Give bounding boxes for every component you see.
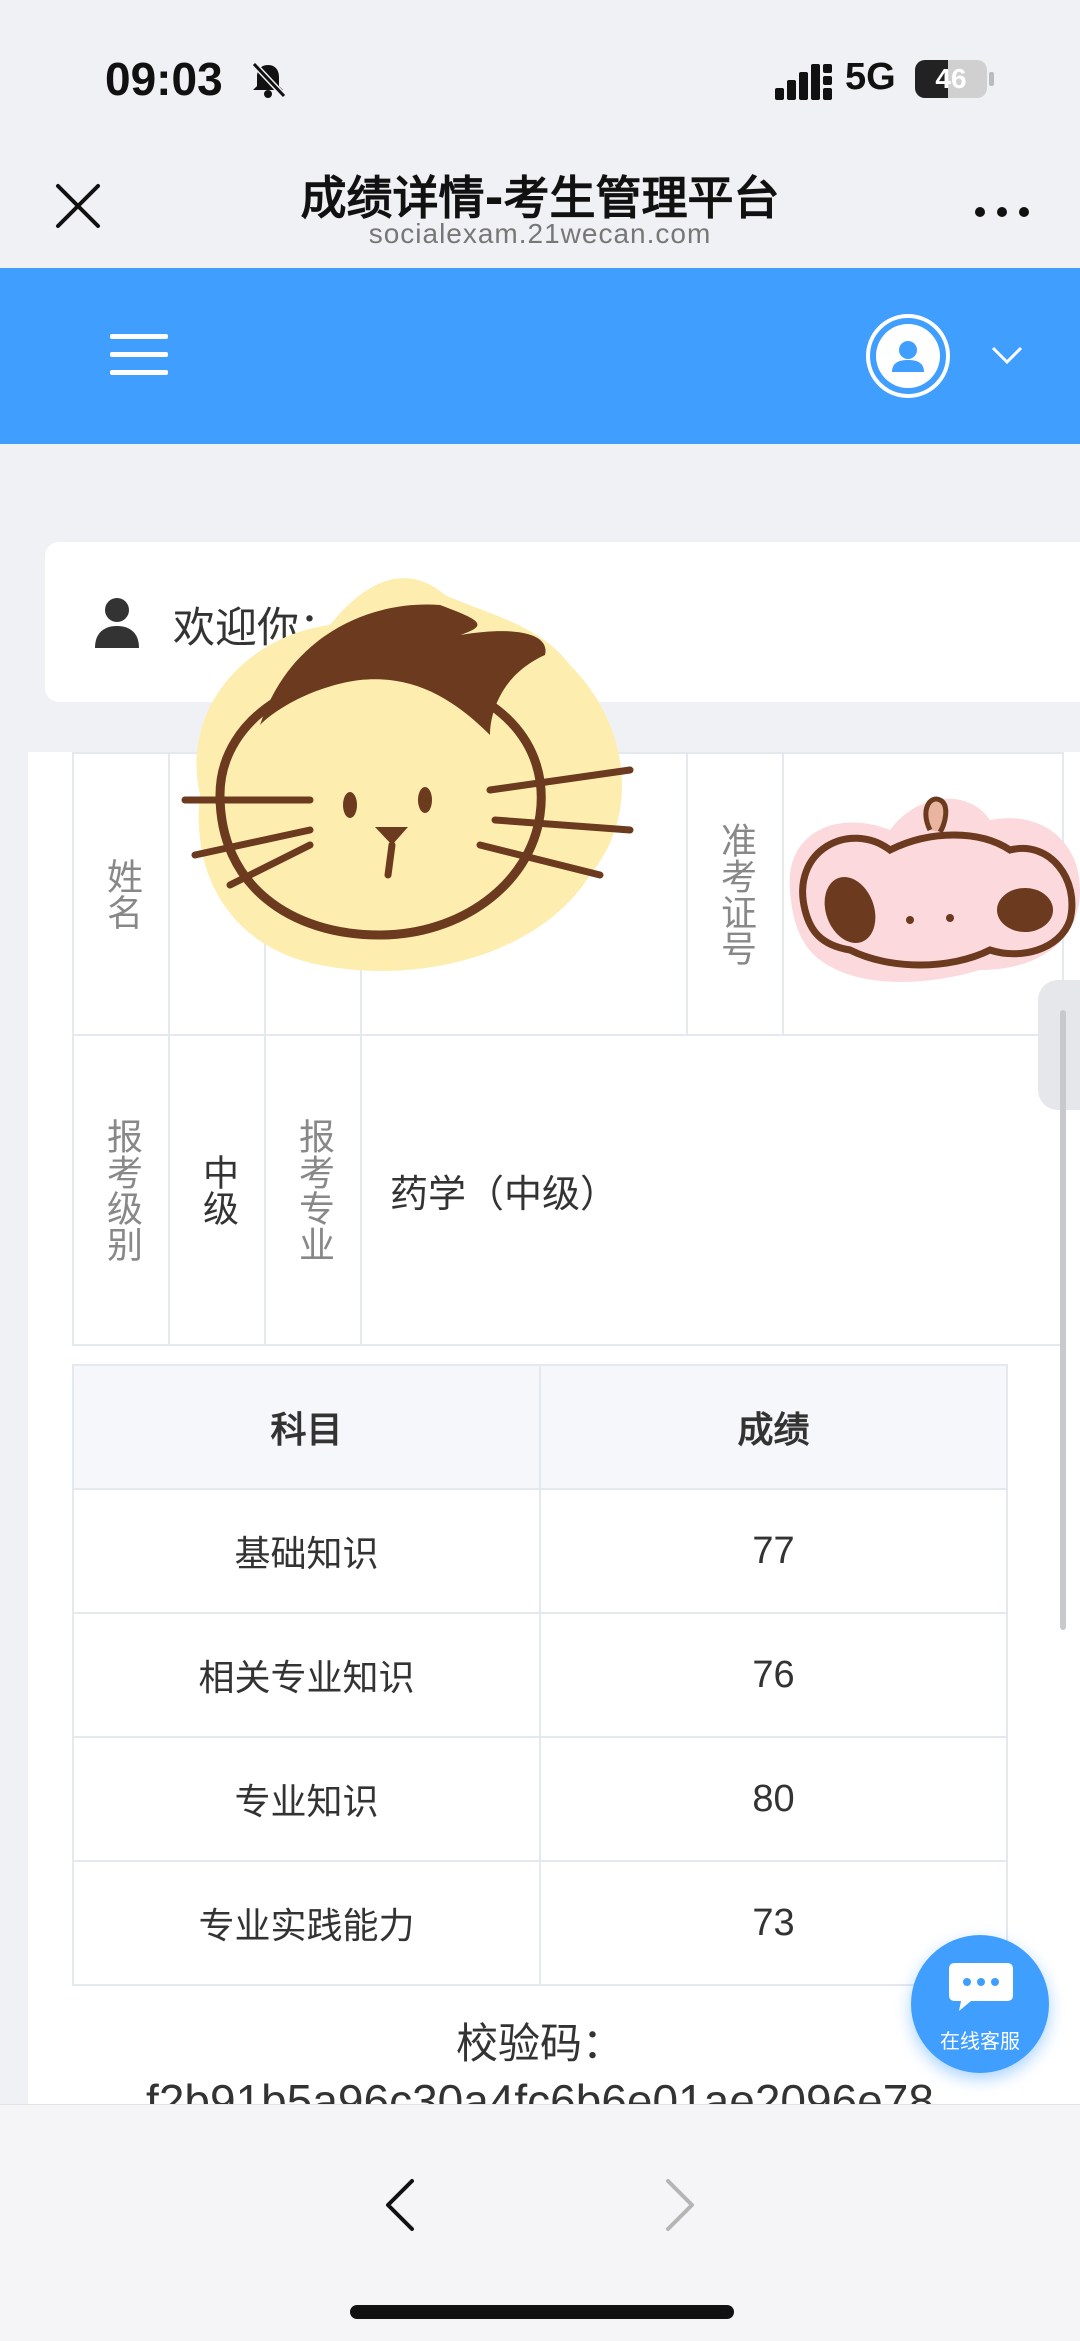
score-cell: 80: [539, 1736, 1008, 1862]
table-row: 基础知识 77: [72, 1488, 1008, 1614]
table-row: 专业知识 80: [72, 1736, 1008, 1862]
scrollbar[interactable]: [1060, 1010, 1066, 1630]
info-row-level: 报考级别 中级 报考专业 药学（中级）: [72, 1034, 1064, 1346]
score-table-header: 科目 成绩: [72, 1364, 1008, 1490]
name-label-cell: 姓名: [72, 752, 170, 1036]
subject-cell: 专业实践能力: [72, 1860, 541, 1986]
mouse-sticker-icon: [789, 796, 1080, 982]
subject-cell: 相关专业知识: [72, 1612, 541, 1738]
battery-tip: [989, 72, 994, 86]
level-label: 报考级别: [101, 1118, 142, 1262]
signal-icon: [775, 64, 832, 100]
status-bar: 09:03 5G 46: [0, 0, 1080, 150]
browser-toolbar: [0, 2104, 1080, 2341]
score-cell: 77: [539, 1488, 1008, 1614]
level-label-cell: 报考级别: [72, 1034, 170, 1346]
table-row: 相关专业知识 76: [72, 1612, 1008, 1738]
major-label: 报考专业: [293, 1118, 334, 1262]
status-time: 09:03: [105, 53, 223, 105]
home-indicator: [350, 2305, 734, 2319]
page-url: socialexam.21wecan.com: [368, 218, 712, 249]
battery-icon: 46: [915, 60, 987, 98]
user-icon: [95, 598, 139, 648]
major-value: 药学（中级）: [360, 1034, 1064, 1346]
battery-level: 46: [935, 63, 967, 94]
bell-off-icon: [251, 61, 287, 99]
app-header: [0, 268, 1080, 444]
avatar[interactable]: [866, 314, 950, 398]
subject-cell: 专业知识: [72, 1736, 541, 1862]
cat-sticker-icon: [181, 578, 634, 971]
score-table: 科目 成绩 基础知识 77 相关专业知识 76 专业知识 80 专业实践能力 7…: [72, 1364, 1008, 1986]
network-label: 5G: [845, 56, 896, 98]
browser-header: 成绩详情-考生管理平台 socialexam.21wecan.com: [0, 150, 1080, 268]
avatar-inner: [876, 324, 940, 388]
chat-label: 在线客服: [940, 2029, 1020, 2053]
score-header: 成绩: [539, 1364, 1008, 1490]
user-avatar-icon: [892, 341, 924, 372]
exam-no-label-cell: 准考证号: [686, 752, 784, 1036]
level-value-cell: 中级: [168, 1034, 266, 1346]
level-value: 中级: [197, 1154, 238, 1226]
chevron-down-icon[interactable]: [990, 344, 1024, 366]
subject-header: 科目: [72, 1364, 541, 1490]
subject-cell: 基础知识: [72, 1488, 541, 1614]
chat-bubble-icon: [949, 1963, 1013, 2011]
major-label-cell: 报考专业: [264, 1034, 362, 1346]
online-service-button[interactable]: 在线客服: [911, 1935, 1049, 2073]
table-row: 专业实践能力 73: [72, 1860, 1008, 1986]
menu-icon[interactable]: [110, 332, 168, 378]
forward-arrow-icon[interactable]: [660, 2175, 700, 2235]
checksum-label: 校验码：: [455, 2019, 624, 2068]
exam-no-label: 准考证号: [715, 822, 756, 966]
more-icon[interactable]: [972, 202, 1032, 222]
back-arrow-icon[interactable]: [380, 2175, 420, 2235]
score-cell: 76: [539, 1612, 1008, 1738]
name-label: 姓名: [101, 858, 142, 930]
